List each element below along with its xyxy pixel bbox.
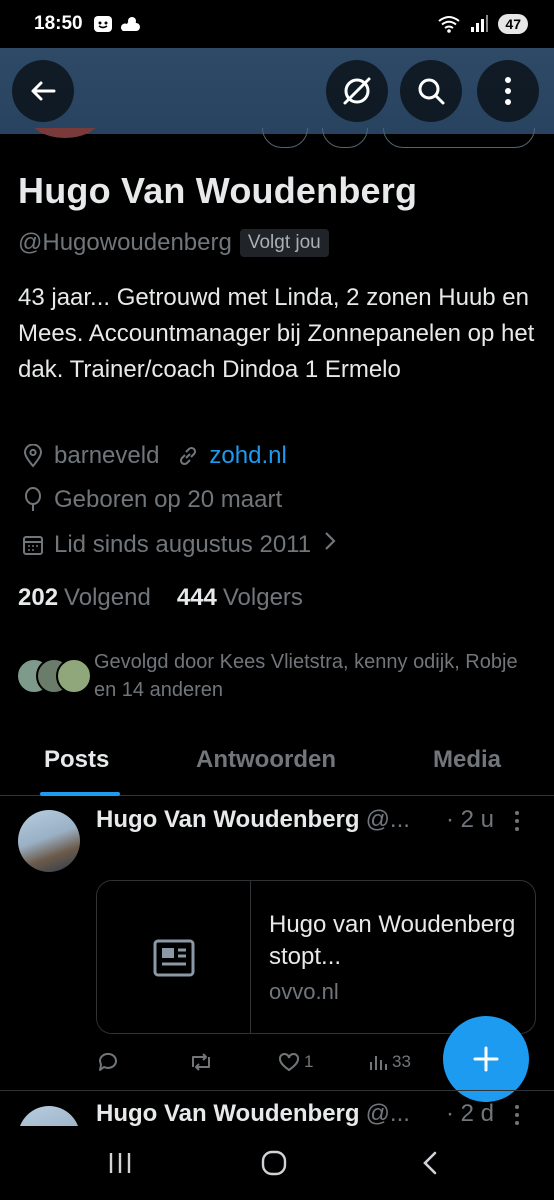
profile-avatar[interactable] (30, 128, 100, 138)
system-navigation-bar (0, 1126, 554, 1200)
messenger-icon (93, 16, 112, 32)
repost-icon (192, 1053, 210, 1071)
tab-media[interactable]: Media (433, 746, 501, 774)
profile-banner (0, 48, 554, 134)
news-article-icon (153, 939, 194, 977)
card-title: Hugo van Woudenberg stopt... (269, 911, 516, 970)
status-time: 18:50 (34, 13, 83, 34)
balloon-icon (20, 487, 46, 513)
followers-count-link[interactable]: 444 Volgers (177, 584, 303, 612)
handle-row: @Hugowoudenberg Volgt jou (18, 229, 329, 257)
post-header: Hugo Van Woudenberg @... · 2 d (96, 1100, 494, 1126)
arrow-left-icon (31, 81, 56, 101)
post-timestamp: · 2 d (446, 1100, 495, 1126)
profile-handle: @Hugowoudenberg (18, 229, 232, 256)
active-tab-indicator (40, 792, 120, 796)
view-count: 33 (392, 1052, 411, 1071)
followed-by-avatars[interactable] (16, 648, 92, 694)
profile-location: barneveld (54, 442, 160, 469)
system-back-button[interactable] (410, 1148, 450, 1178)
followed-by-text[interactable]: Gevolgd door Kees Vlietstra, kenny odijk… (94, 648, 544, 704)
post-actions: 1 33 (96, 1044, 436, 1080)
like-count: 1 (304, 1052, 314, 1071)
post-timestamp: · 2 u (446, 806, 495, 833)
signal-icon (471, 15, 489, 32)
status-notification-icons (93, 14, 141, 34)
reply-icon (98, 1052, 117, 1071)
recent-apps-button[interactable] (100, 1148, 140, 1178)
link-preview-card[interactable]: Hugo van Woudenberg stopt... ovvo.nl (96, 880, 536, 1034)
back-button[interactable] (12, 60, 74, 122)
post-author-name[interactable]: Hugo Van Woudenberg (96, 806, 360, 834)
tab-replies[interactable]: Antwoorden (196, 746, 336, 774)
heart-icon (279, 1052, 299, 1072)
following-count: 202 (18, 584, 59, 611)
chevron-right-icon (323, 530, 337, 559)
post-more-button[interactable] (514, 1104, 520, 1126)
post-author-avatar[interactable] (18, 810, 80, 872)
status-bar: 18:50 47 (0, 0, 554, 48)
profile-website-link[interactable]: zohd.nl (209, 442, 286, 470)
search-button[interactable] (400, 60, 462, 122)
views-bar-chart-icon (370, 1056, 387, 1070)
post-divider (0, 1090, 554, 1091)
profile-tabs: Posts Antwoorden Media (0, 730, 554, 796)
calendar-icon (20, 532, 46, 558)
post-author-name[interactable]: Hugo Van Woudenberg (96, 1100, 360, 1126)
post-author-handle: @... (365, 806, 410, 833)
follows-you-badge: Volgt jou (239, 229, 329, 257)
more-vertical-icon (505, 77, 511, 105)
home-button[interactable] (254, 1148, 294, 1178)
followers-count: 444 (176, 584, 217, 611)
profile-actions-row (0, 128, 554, 154)
chevron-left-icon (423, 1151, 437, 1175)
views-button[interactable]: 33 (368, 1052, 411, 1072)
tab-posts[interactable]: Posts (44, 746, 109, 774)
birthday-row: Geboren op 20 maart (20, 486, 282, 514)
weather-icon (120, 17, 140, 31)
plus-icon (473, 1046, 499, 1072)
post-preview: Hugo Van Woudenberg @... · 2 d (0, 1092, 554, 1126)
following-count-link[interactable]: 202 Volgend (18, 584, 151, 612)
more-vertical-icon (515, 1105, 519, 1125)
card-domain: ovvo.nl (269, 979, 339, 1004)
search-icon (418, 78, 445, 105)
no-translate-button[interactable] (326, 60, 388, 122)
location-website-row: barneveld zohd.nl (20, 442, 287, 470)
profile-bio: 43 jaar... Getrouwd met Linda, 2 zonen H… (18, 284, 535, 383)
post-header: Hugo Van Woudenberg @... · 2 u (96, 806, 494, 834)
avatar (56, 658, 92, 694)
home-circle-icon (261, 1150, 287, 1176)
reply-button[interactable] (96, 1050, 120, 1074)
following-label: Volgend (64, 584, 151, 611)
battery-indicator: 47 (498, 14, 528, 34)
profile-joined: Lid sinds augustus 2011 (54, 530, 312, 558)
post-author-handle: @... (365, 1100, 410, 1126)
followers-label: Volgers (222, 584, 303, 611)
card-thumbnail (97, 881, 251, 1033)
message-button[interactable] (262, 128, 308, 148)
recent-apps-icon (109, 1153, 131, 1173)
following-button[interactable] (383, 128, 535, 148)
link-icon (175, 443, 201, 469)
joined-row[interactable]: Lid sinds augustus 2011 (20, 530, 337, 559)
location-pin-icon (20, 443, 46, 469)
repost-button[interactable] (188, 1050, 214, 1074)
profile-name: Hugo Van Woudenberg (18, 170, 418, 211)
more-options-button[interactable] (477, 60, 539, 122)
wifi-icon (438, 16, 461, 33)
no-translate-icon (343, 77, 371, 105)
follow-counts: 202 Volgend 444 Volgers (18, 584, 303, 612)
like-button[interactable]: 1 (278, 1052, 313, 1072)
notifications-button[interactable] (322, 128, 368, 148)
profile-birthday: Geboren op 20 maart (54, 486, 283, 513)
more-vertical-icon (515, 811, 519, 831)
post-more-button[interactable] (514, 810, 520, 838)
post-author-avatar[interactable] (18, 1106, 80, 1126)
